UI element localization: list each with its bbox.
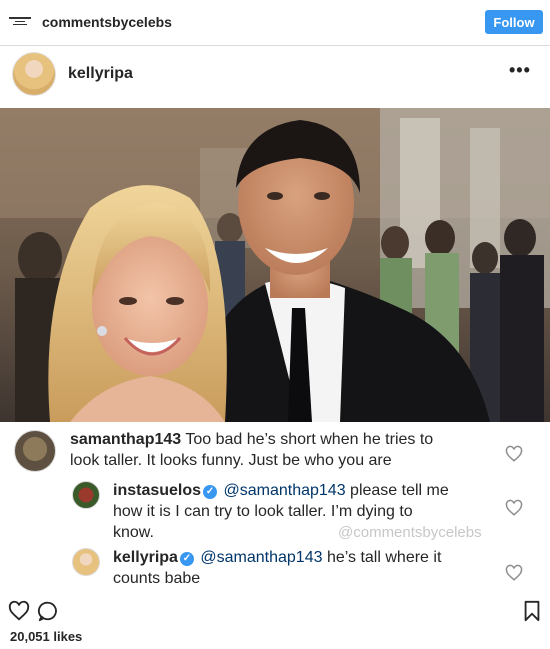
post-photo-image	[0, 108, 550, 422]
top-account-name[interactable]: commentsbycelebs	[42, 14, 172, 30]
comment-2-mention[interactable]: @samanthap143	[223, 482, 345, 499]
verified-badge-icon: ✓	[203, 485, 218, 499]
comment-2-heart-icon[interactable]	[505, 499, 523, 517]
comment-2-line3: know.	[113, 524, 154, 541]
comment-2-username[interactable]: instasuelos	[113, 482, 201, 499]
comment-1-line1: Too bad he’s short when he tries to	[185, 431, 434, 448]
comment-3-text: kellyripa ✓ @samanthap143 he’s tall where…	[113, 547, 493, 589]
comment-1-text: samanthap143 Too bad he’s short when he …	[70, 429, 490, 471]
post-actions	[0, 596, 550, 626]
likes-count[interactable]: 20,051 likes	[10, 629, 82, 644]
author-avatar[interactable]	[12, 52, 56, 96]
verified-badge-icon: ✓	[179, 552, 194, 566]
comment-1: samanthap143 Too bad he’s short when he …	[0, 426, 550, 476]
comment-3: kellyripa ✓ @samanthap143 he’s tall where…	[0, 545, 550, 591]
comment-2-line1: please tell me	[350, 482, 449, 499]
comment-1-username[interactable]: samanthap143	[70, 431, 181, 448]
comment-3-username[interactable]: kellyripa	[113, 549, 178, 566]
comment-icon[interactable]	[37, 600, 59, 622]
more-horizontal-icon[interactable]: •••	[509, 60, 531, 81]
comment-1-heart-icon[interactable]	[505, 445, 523, 463]
comment-3-line1: he’s tall where it	[326, 549, 442, 566]
comment-3-mention[interactable]: @samanthap143	[200, 549, 322, 566]
post-header: kellyripa •••	[0, 46, 550, 106]
top-bar: commentsbycelebs Follow	[0, 0, 550, 46]
commenter-avatar-instasuelos[interactable]	[72, 481, 100, 509]
comment-3-heart-icon[interactable]	[505, 564, 523, 582]
comment-2-line2: how it is I can try to look taller. I’m …	[113, 503, 413, 520]
comment-1-line2: look taller. It looks funny. Just be who…	[70, 452, 392, 469]
commenter-avatar-kellyripa[interactable]	[72, 548, 100, 576]
comment-3-line2: counts babe	[113, 570, 201, 587]
bookmark-icon[interactable]	[522, 600, 542, 622]
follow-button[interactable]: Follow	[485, 10, 543, 34]
commenter-avatar-samanthap143[interactable]	[14, 430, 56, 472]
post-photo[interactable]	[0, 108, 550, 422]
commentsbycelebs-logo-icon[interactable]	[5, 10, 35, 32]
post-author-username[interactable]: kellyripa	[68, 65, 133, 83]
heart-icon[interactable]	[8, 600, 30, 622]
watermark: @commentsbycelebs	[338, 524, 482, 541]
